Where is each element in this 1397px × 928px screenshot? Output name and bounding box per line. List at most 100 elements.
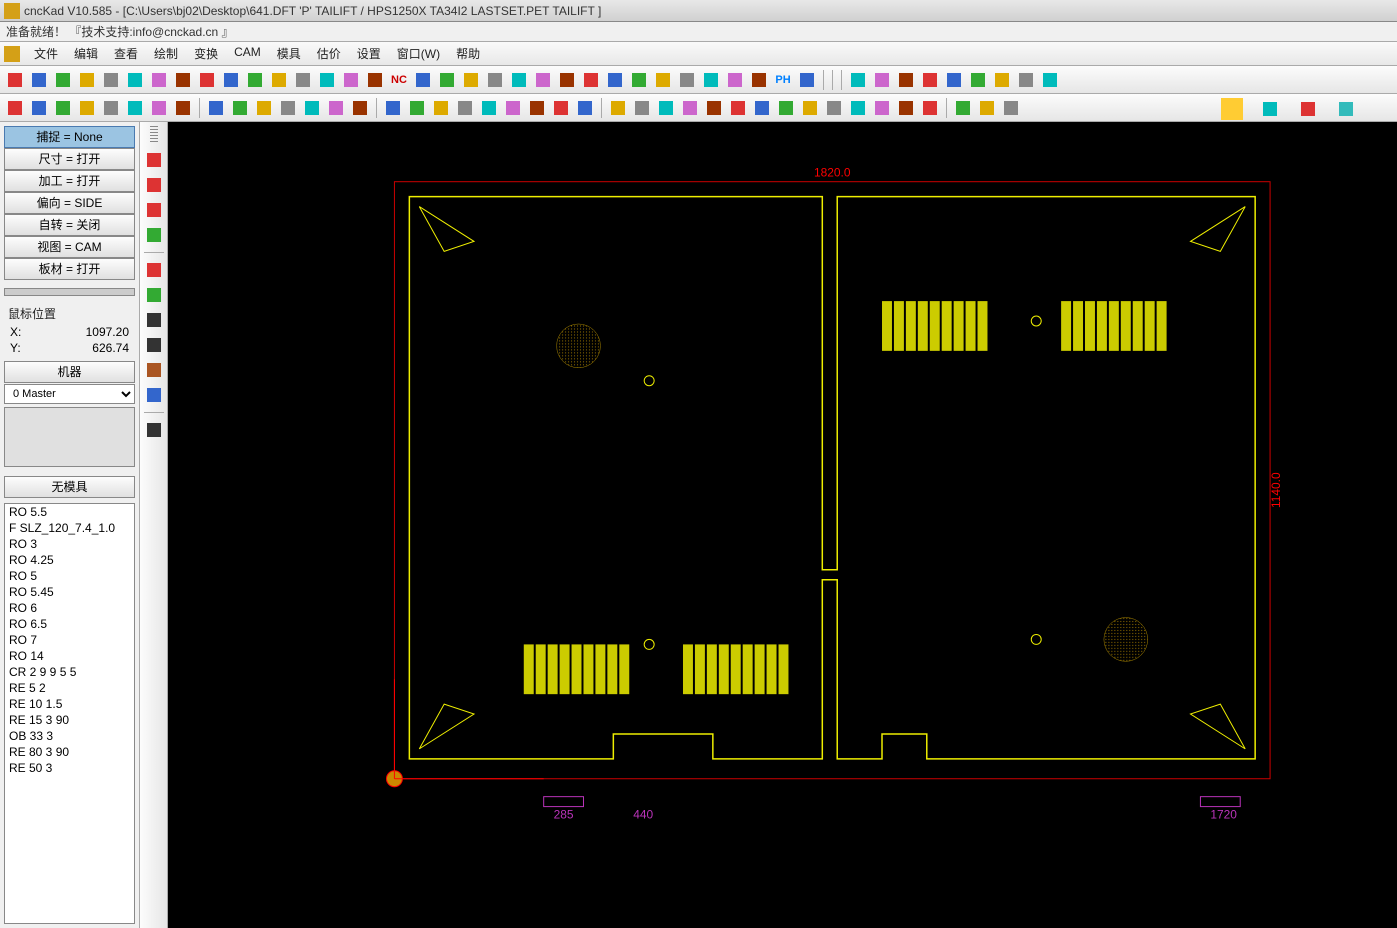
circ-icon[interactable] [100, 97, 122, 119]
l9-icon[interactable] [799, 97, 821, 119]
tool-item[interactable]: RO 6 [5, 600, 134, 616]
menu-绘制[interactable]: 绘制 [146, 43, 186, 64]
tool-item[interactable]: RE 5 2 [5, 680, 134, 696]
panel-a-icon[interactable] [847, 69, 869, 91]
paste-icon[interactable] [148, 69, 170, 91]
grid-f-icon[interactable] [292, 69, 314, 91]
tool-a-icon[interactable] [532, 69, 554, 91]
grid-b-icon[interactable] [196, 69, 218, 91]
panel-btn-尺寸 = 打开[interactable]: 尺寸 = 打开 [4, 148, 135, 170]
ell-icon[interactable] [124, 97, 146, 119]
tool-item[interactable]: RE 10 1.5 [5, 696, 134, 712]
xr-red-icon[interactable] [143, 199, 165, 221]
line-4-icon[interactable] [700, 69, 722, 91]
ruler-icon[interactable] [143, 384, 165, 406]
menu-查看[interactable]: 查看 [106, 43, 146, 64]
target-icon[interactable] [143, 309, 165, 331]
l10-icon[interactable] [823, 97, 845, 119]
box-d-icon[interactable] [574, 97, 596, 119]
l3-icon[interactable] [655, 97, 677, 119]
tool-item[interactable]: OB 33 3 [5, 728, 134, 744]
arc-icon[interactable] [28, 97, 50, 119]
brush-icon[interactable] [205, 97, 227, 119]
tool-item[interactable]: RO 14 [5, 648, 134, 664]
panel-btn-视图 = CAM[interactable]: 视图 = CAM [4, 236, 135, 258]
panel-btn-捕捉 = None[interactable]: 捕捉 = None [4, 126, 135, 148]
tool-d-icon[interactable] [604, 69, 626, 91]
panel-d-icon[interactable] [919, 69, 941, 91]
rt-icon-2[interactable] [1259, 98, 1281, 120]
menu-窗口(W)[interactable]: 窗口(W) [389, 43, 448, 64]
fill-icon[interactable] [229, 97, 251, 119]
cross-icon[interactable] [382, 97, 404, 119]
m-red-icon[interactable] [143, 259, 165, 281]
cad-canvas[interactable]: 1820.0 1140.0 [168, 122, 1397, 928]
tool-item[interactable]: F SLZ_120_7.4_1.0 [5, 520, 134, 536]
panel-c-icon[interactable] [895, 69, 917, 91]
menu-设置[interactable]: 设置 [349, 43, 389, 64]
p3-icon[interactable] [1000, 97, 1022, 119]
x-red-icon[interactable] [143, 149, 165, 171]
panel-h-icon[interactable] [1015, 69, 1037, 91]
tool-item[interactable]: CR 2 9 9 5 5 [5, 664, 134, 680]
mov-icon[interactable] [325, 97, 347, 119]
dim-c-icon[interactable] [460, 69, 482, 91]
toolbar-grip[interactable] [150, 126, 158, 142]
l13-icon[interactable] [895, 97, 917, 119]
copy-icon[interactable] [124, 69, 146, 91]
menu-估价[interactable]: 估价 [309, 43, 349, 64]
arr-icon[interactable] [796, 69, 818, 91]
l12-icon[interactable] [871, 97, 893, 119]
menu-模具[interactable]: 模具 [269, 43, 309, 64]
panel-e-icon[interactable] [943, 69, 965, 91]
mirror-icon[interactable] [478, 97, 500, 119]
l5-icon[interactable] [703, 97, 725, 119]
tools-header-button[interactable]: 无模具 [4, 476, 135, 498]
bez-icon[interactable] [52, 97, 74, 119]
line-6-icon[interactable] [748, 69, 770, 91]
grid-d-icon[interactable] [244, 69, 266, 91]
line-2-icon[interactable] [652, 69, 674, 91]
l6-icon[interactable] [727, 97, 749, 119]
panel-b-icon[interactable] [871, 69, 893, 91]
undo-icon[interactable] [76, 69, 98, 91]
rt-icon-4[interactable] [1335, 98, 1357, 120]
panel-btn-偏向 = SIDE[interactable]: 偏向 = SIDE [4, 192, 135, 214]
era-icon[interactable] [253, 97, 275, 119]
menu-CAM[interactable]: CAM [226, 43, 269, 64]
panel-i-icon[interactable] [1039, 69, 1061, 91]
l4-icon[interactable] [679, 97, 701, 119]
grid-c-icon[interactable] [220, 69, 242, 91]
panel-btn-自转 = 关闭[interactable]: 自转 = 关闭 [4, 214, 135, 236]
line-1-icon[interactable] [628, 69, 650, 91]
menu-变换[interactable]: 变换 [186, 43, 226, 64]
line-3-icon[interactable] [676, 69, 698, 91]
m-green-icon[interactable] [143, 284, 165, 306]
cycle-icon[interactable] [430, 97, 452, 119]
tool-item[interactable]: RO 3 [5, 536, 134, 552]
tool-item[interactable]: RO 5.5 [5, 504, 134, 520]
l1-icon[interactable] [607, 97, 629, 119]
tool-list[interactable]: RO 5.5F SLZ_120_7.4_1.0RO 3RO 4.25RO 5RO… [4, 503, 135, 924]
rt-icon-1[interactable] [1221, 98, 1243, 120]
l14-icon[interactable] [919, 97, 941, 119]
dim-icon[interactable] [172, 97, 194, 119]
new-file-icon[interactable] [4, 69, 26, 91]
line-icon[interactable] [4, 97, 26, 119]
l2-icon[interactable] [631, 97, 653, 119]
save-file-icon[interactable] [52, 69, 74, 91]
menu-帮助[interactable]: 帮助 [448, 43, 488, 64]
tool-item[interactable]: RE 50 3 [5, 760, 134, 776]
rot-icon[interactable] [349, 97, 371, 119]
box-red-icon[interactable] [143, 174, 165, 196]
tool-b-icon[interactable] [556, 69, 578, 91]
l7-icon[interactable] [751, 97, 773, 119]
panel-f-icon[interactable] [967, 69, 989, 91]
tool-item[interactable]: RO 5.45 [5, 584, 134, 600]
clamp-icon[interactable] [143, 359, 165, 381]
open-file-icon[interactable] [28, 69, 50, 91]
tool-item[interactable]: RO 6.5 [5, 616, 134, 632]
panel-g-icon[interactable] [991, 69, 1013, 91]
menu-文件[interactable]: 文件 [26, 43, 66, 64]
tool-c-icon[interactable] [580, 69, 602, 91]
